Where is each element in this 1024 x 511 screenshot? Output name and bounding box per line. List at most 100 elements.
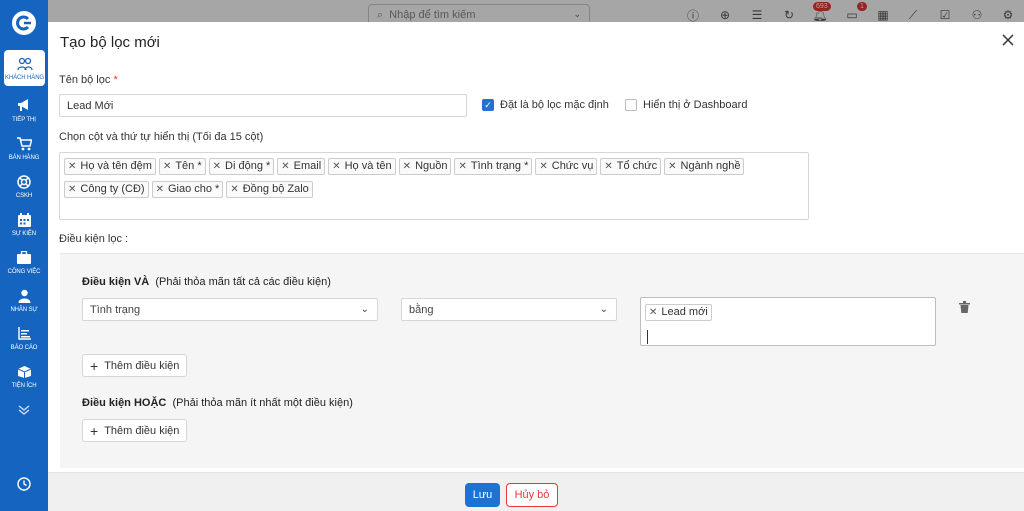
condition-field-select[interactable]: Tình trạng ⌄	[82, 298, 378, 321]
remove-tag-icon[interactable]: ✕	[604, 159, 612, 174]
column-tag: ✕ Họ và tên	[328, 158, 396, 175]
show-on-dashboard-checkbox[interactable]: Hiển thị ở Dashboard	[625, 99, 747, 111]
column-tag: ✕ Tên *	[158, 158, 206, 175]
value-tags: ✕ Lead mới	[645, 302, 931, 325]
columns-label: Chọn cột và thứ tự hiển thị (Tối đa 15 c…	[59, 131, 264, 143]
column-tag: ✕ Tổ chức	[600, 158, 662, 175]
chevron-down-icon: ⌄	[599, 304, 608, 315]
remove-tag-icon[interactable]: ✕	[668, 159, 676, 174]
sidebar: KHÁCH HÀNG TIẾP THỊ BÁN HÀNG CSKH SỰ KIỆN CÔN…	[0, 0, 48, 511]
column-tag-label: Công ty (CĐ)	[80, 183, 145, 195]
column-tag-label: Họ và tên	[344, 160, 392, 172]
column-tag-label: Tổ chức	[616, 160, 658, 172]
show-on-dashboard-label: Hiển thị ở Dashboard	[643, 99, 748, 111]
sidebar-item-label: KHÁCH HÀNG	[4, 74, 44, 81]
trash-icon[interactable]	[958, 300, 970, 314]
sidebar-item-label: TIỆN ÍCH	[11, 382, 37, 389]
sidebar-item-2[interactable]: TIẾP THỊ	[0, 92, 48, 128]
sidebar-item-label: NHÂN SỰ	[10, 306, 38, 313]
sidebar-item-6[interactable]: CÔNG VIỆC	[0, 244, 48, 280]
column-tag-label: Nguồn	[415, 160, 448, 172]
sidebar-item-4[interactable]: CSKH	[0, 168, 48, 204]
cart-icon	[16, 136, 32, 152]
chevron-down-icon: ⌄	[360, 304, 369, 315]
person-icon	[16, 288, 32, 304]
column-tag-label: Di động *	[225, 160, 271, 172]
box-icon	[16, 364, 32, 380]
modal-title: Tạo bộ lọc mới	[60, 34, 160, 51]
filter-name-value: Lead Mới	[67, 99, 114, 112]
condition-operator-value: bằng	[409, 303, 434, 316]
calendar-icon	[16, 212, 32, 228]
column-tags: ✕ Họ và tên đệm ✕ Tên * ✕ Di động * ✕ Email ✕ Họ …	[64, 156, 804, 202]
column-tag-label: Chức vụ	[551, 160, 594, 172]
column-tag-label: Email	[293, 160, 322, 172]
text-caret	[647, 330, 648, 344]
remove-tag-icon[interactable]: ✕	[403, 159, 411, 174]
column-tag: ✕ Họ và tên đệm	[64, 158, 156, 175]
column-tag-label: Họ và tên đệm	[80, 160, 152, 172]
sidebar-item-label: BÁN HÀNG	[8, 154, 40, 161]
add-or-condition-label: Thêm điều kiện	[104, 424, 180, 437]
sidebar-item-8[interactable]: BÁO CÁO	[0, 320, 48, 356]
sidebar-item-3[interactable]: BÁN HÀNG	[0, 130, 48, 166]
cancel-button[interactable]: Hủy bỏ	[506, 483, 558, 507]
condition-value-multiselect[interactable]: ✕ Lead mới	[640, 297, 936, 346]
or-group-title: Điều kiện HOẶC (Phải thỏa mãn ít nhất mộ…	[82, 397, 353, 409]
users-icon	[16, 56, 33, 72]
checkbox-unchecked-icon	[625, 99, 637, 111]
remove-tag-icon[interactable]: ✕	[213, 159, 221, 174]
megaphone-icon	[16, 98, 32, 114]
condition-operator-select[interactable]: bằng ⌄	[401, 298, 617, 321]
sidebar-item-9[interactable]: TIỆN ÍCH	[0, 358, 48, 394]
column-tag: ✕ Tình trạng *	[454, 158, 533, 175]
save-button[interactable]: Lưu	[465, 483, 500, 507]
column-tag-label: Giao cho *	[167, 183, 220, 195]
conditions-panel: Điều kiện VÀ (Phải thỏa mãn tất cả các đ…	[60, 253, 1024, 468]
sidebar-item-7[interactable]: NHÂN SỰ	[0, 282, 48, 318]
add-or-condition-button[interactable]: + Thêm điều kiện	[82, 419, 188, 442]
close-icon[interactable]	[1000, 32, 1016, 48]
briefcase-icon	[16, 250, 32, 266]
column-tag: ✕ Di động *	[208, 158, 275, 175]
remove-tag-icon[interactable]: ✕	[230, 182, 238, 197]
remove-tag-icon[interactable]: ✕	[68, 182, 76, 197]
remove-tag-icon[interactable]: ✕	[281, 159, 289, 174]
add-and-condition-button[interactable]: + Thêm điều kiện	[82, 354, 188, 377]
columns-multiselect[interactable]: ✕ Họ và tên đệm ✕ Tên * ✕ Di động * ✕ Email ✕ Họ …	[59, 152, 809, 220]
add-and-condition-label: Thêm điều kiện	[104, 359, 180, 372]
clock-icon[interactable]	[0, 466, 48, 502]
remove-tag-icon[interactable]: ✕	[68, 159, 76, 174]
remove-tag-icon[interactable]: ✕	[649, 305, 657, 320]
column-tag: ✕ Ngành nghề	[664, 158, 745, 175]
filter-name-input[interactable]: Lead Mới	[59, 94, 467, 117]
brand-logo-icon[interactable]	[12, 11, 36, 35]
column-tag: ✕ Công ty (CĐ)	[64, 181, 149, 198]
column-tag-label: Đồng bộ Zalo	[242, 183, 309, 195]
sidebar-item-label: SỰ KIỆN	[11, 230, 37, 237]
column-tag: ✕ Nguồn	[398, 158, 452, 175]
required-mark: *	[113, 74, 118, 86]
value-tag: ✕ Lead mới	[645, 304, 712, 321]
expand-more-icon[interactable]	[0, 392, 48, 428]
filter-name-label: Tên bộ lọc *	[59, 74, 118, 86]
default-filter-checkbox[interactable]: ✓ Đặt là bộ lọc mặc định	[482, 99, 609, 111]
or-group-hint: (Phải thỏa mãn ít nhất một điều kiện)	[172, 397, 353, 409]
sidebar-item-label: TIẾP THỊ	[12, 116, 36, 123]
sidebar-item-5[interactable]: SỰ KIỆN	[0, 206, 48, 242]
modal-footer: Lưu Hủy bỏ	[48, 472, 1024, 511]
checkbox-checked-icon: ✓	[482, 99, 494, 111]
plus-icon: +	[90, 357, 99, 374]
column-tag: ✕ Chức vụ	[535, 158, 598, 175]
sidebar-item-label: BÁO CÁO	[10, 344, 38, 351]
remove-tag-icon[interactable]: ✕	[332, 159, 340, 174]
column-tag-label: Tình trạng *	[470, 160, 529, 172]
remove-tag-icon[interactable]: ✕	[458, 159, 466, 174]
sidebar-item-1[interactable]: KHÁCH HÀNG	[4, 50, 45, 86]
column-tag: ✕ Đồng bộ Zalo	[226, 181, 313, 198]
remove-tag-icon[interactable]: ✕	[156, 182, 164, 197]
sidebar-item-label: CSKH	[15, 192, 33, 199]
remove-tag-icon[interactable]: ✕	[539, 159, 547, 174]
column-tag-label: Tên *	[175, 160, 202, 172]
remove-tag-icon[interactable]: ✕	[163, 159, 171, 174]
